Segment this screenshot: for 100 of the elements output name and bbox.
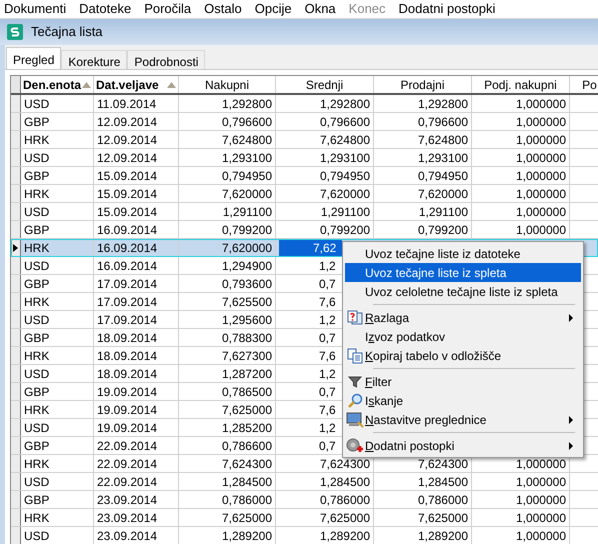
menu-item[interactable]: Kopiraj tabelo v odložišče: [345, 346, 581, 365]
sort-arrow-icon: [82, 82, 91, 88]
table-cell-text: 1,000000: [516, 186, 566, 202]
table-cell-text: 22.09.2014: [97, 438, 158, 454]
menu-item[interactable]: Ostalo: [204, 0, 242, 19]
table-cell-text: GBP: [24, 438, 50, 454]
table-cell-text: 15.09.2014: [97, 186, 158, 202]
tab[interactable]: Pregled: [6, 47, 62, 69]
table-cell-text: 1,292800: [418, 96, 468, 112]
table-cell-text: 0,796600: [418, 114, 468, 130]
table-cell-text: 7,625000: [222, 402, 272, 418]
menu-item[interactable]: Dokumenti: [4, 0, 66, 19]
table-cell-text: 0,7: [319, 384, 336, 400]
table-cell-text: 1,284500: [222, 474, 272, 490]
menu-item[interactable]: Uvoz tečajne liste iz datoteke: [345, 244, 581, 263]
table-cell-text: 7,624800: [222, 132, 272, 148]
table-cell-text: HRK: [24, 294, 50, 310]
table-cell-text: HRK: [24, 348, 50, 364]
tab[interactable]: Podrobnosti: [127, 50, 206, 69]
help-window-icon: [346, 310, 362, 326]
table-cell-text: 1,000000: [516, 474, 566, 490]
table-cell-text: 1,294900: [222, 258, 272, 274]
menu-item[interactable]: Uvoz tečajne liste iz spleta: [345, 263, 581, 282]
table-cell-text: 0,7: [319, 330, 336, 346]
table-cell-text: 1,293100: [320, 150, 370, 166]
table-cell-text: HRK: [24, 186, 50, 202]
menu-item[interactable]: Dodatni postopki: [345, 436, 581, 455]
copy-icon: [346, 348, 362, 364]
table-cell-text: 0,794950: [418, 168, 468, 184]
table-cell-text: 1,291100: [320, 204, 370, 220]
table-cell-text: 1,000000: [516, 492, 566, 508]
filter-icon: [348, 374, 362, 388]
table-cell-text: HRK: [24, 456, 50, 472]
table-cell-text: HRK: [24, 402, 50, 418]
table-cell-text: 1,292800: [320, 96, 370, 112]
menu-item[interactable]: Datoteke: [79, 0, 132, 19]
table-cell-text: 1,000000: [516, 132, 566, 148]
menu-item[interactable]: Filter: [345, 372, 581, 391]
table-cell-text: 1,000000: [516, 150, 566, 166]
table-cell-text: 17.09.2014: [97, 312, 158, 328]
table-cell-text: 0,794950: [222, 168, 272, 184]
table-cell-text: GBP: [24, 384, 50, 400]
table-cell-text: 16.09.2014: [97, 240, 158, 256]
table-cell-text: HRK: [24, 132, 50, 148]
table-cell-text: 12.09.2014: [97, 132, 158, 148]
table-cell-text: 7,6: [319, 402, 336, 418]
menu-item[interactable]: Opcije: [254, 0, 292, 19]
table-cell-text: 1,000000: [516, 204, 566, 220]
table-cell-text: 7,625500: [222, 294, 272, 310]
table-cell-text: 18.09.2014: [97, 330, 158, 346]
menu-item[interactable]: Dodatni postopki: [398, 0, 496, 19]
table-cell-text: 7,620000: [222, 240, 272, 256]
table-cell-text: 0,793600: [222, 276, 272, 292]
table-cell-text: 22.09.2014: [97, 474, 158, 490]
table-cell-text: 1,289200: [320, 528, 370, 544]
table-cell-text: 19.09.2014: [97, 384, 158, 400]
table-cell-text: 1,287200: [222, 366, 272, 382]
table-cell-text: 1,000000: [516, 114, 566, 130]
table-cell-text: USD: [24, 312, 50, 328]
table-cell-text: 1,284500: [418, 474, 468, 490]
table-cell-text: USD: [24, 258, 50, 274]
table-cell-text: 1,000000: [516, 510, 566, 526]
menu-item[interactable]: Uvoz celoletne tečajne liste iz spleta: [345, 282, 581, 301]
search-icon: [346, 392, 362, 408]
table-cell-text: USD: [24, 96, 50, 112]
table-cell-text: 0,786000: [320, 492, 370, 508]
tab[interactable]: Korekture: [61, 50, 128, 69]
table-cell-text: 23.09.2014: [97, 510, 158, 526]
table-cell-text: GBP: [24, 168, 50, 184]
table-cell-text: 1,292800: [222, 96, 272, 112]
table-cell-text: GBP: [24, 222, 50, 238]
table-cell-text: 0,7: [319, 438, 336, 454]
table-cell-text: 0,796600: [222, 114, 272, 130]
column-header[interactable]: Dat.veljave: [94, 76, 179, 93]
table-cell-text: 1,293100: [418, 150, 468, 166]
menu-item[interactable]: Razlaga: [345, 308, 581, 327]
menu-item[interactable]: Nastavitve preglednice: [345, 410, 581, 429]
menu-item[interactable]: Okna: [304, 0, 336, 19]
sort-arrow-icon: [167, 82, 176, 88]
table-cell-text: 12.09.2014: [97, 114, 158, 130]
column-header[interactable]: Den.enota: [21, 76, 94, 93]
table-cell: 7,62: [279, 238, 342, 256]
table-cell-text: 16.09.2014: [97, 222, 158, 238]
table-cell-text: 17.09.2014: [97, 294, 158, 310]
menu-item[interactable]: Iskanje: [345, 391, 581, 410]
menu-item[interactable]: Izvoz podatkov: [345, 327, 581, 346]
table-cell-text: 7,624300: [418, 456, 468, 472]
submenu-arrow-icon: [569, 416, 573, 424]
menu-item[interactable]: Poročila: [144, 0, 192, 19]
table-cell-text: USD: [24, 528, 50, 544]
row-indicator[interactable]: [11, 239, 21, 256]
table-cell-text: GBP: [24, 330, 50, 346]
table-cell-text: GBP: [24, 114, 50, 130]
header-corner: [11, 76, 21, 93]
table-cell-text: 18.09.2014: [97, 366, 158, 382]
table-cell-text: 22.09.2014: [97, 456, 158, 472]
table-cell-text: HRK: [24, 510, 50, 526]
table-cell-text: USD: [24, 204, 50, 220]
table-cell-text: 1,000000: [516, 528, 566, 544]
table-cell-text: 1,000000: [516, 168, 566, 184]
